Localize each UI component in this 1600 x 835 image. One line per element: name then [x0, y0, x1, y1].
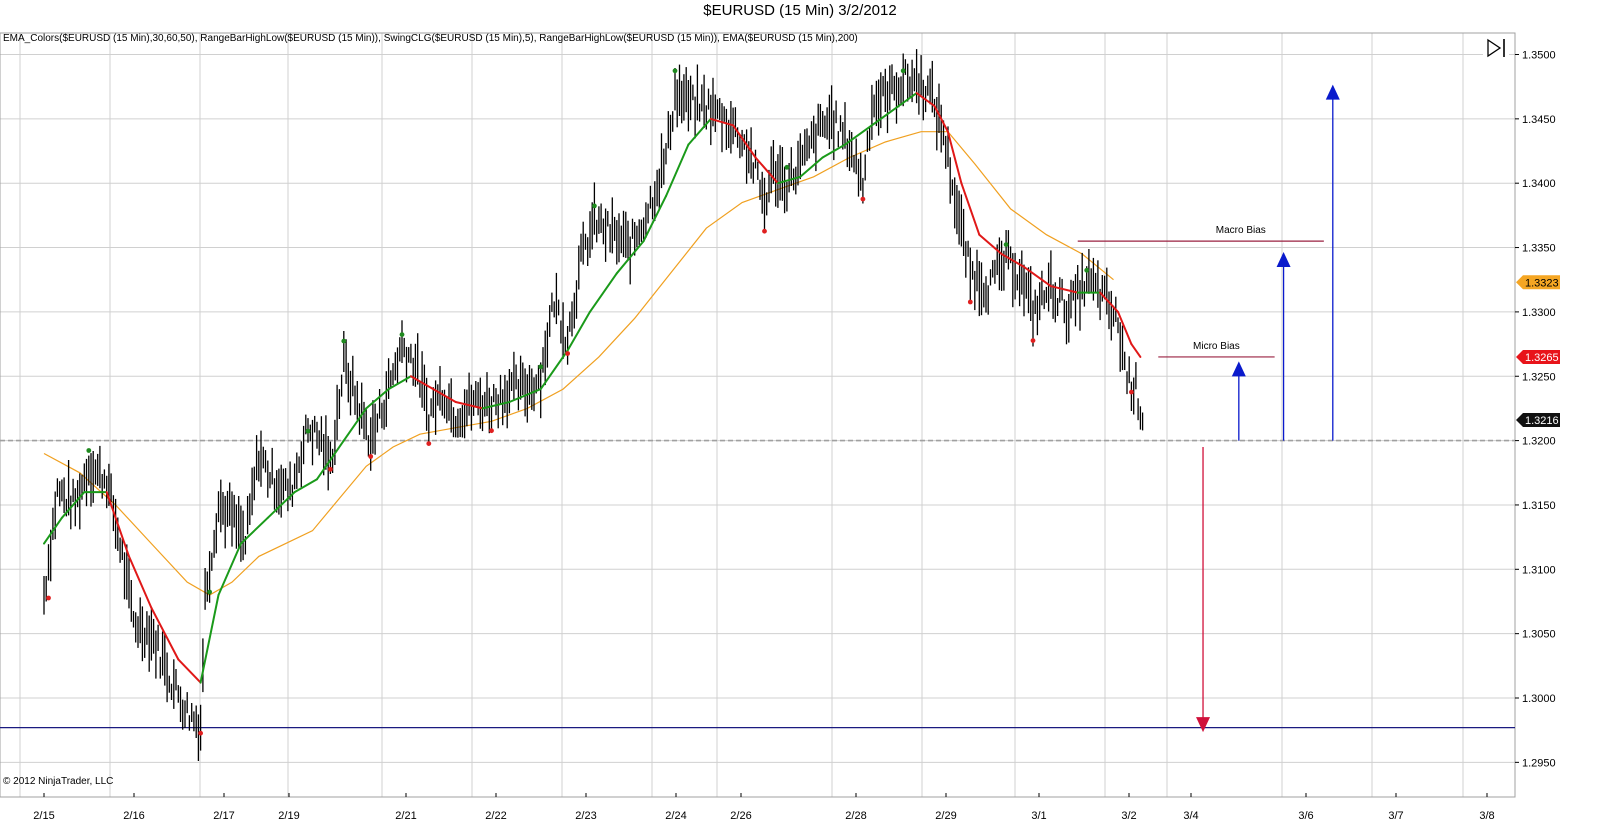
- copyright-label: © 2012 NinjaTrader, LLC: [3, 776, 114, 787]
- play-icon[interactable]: [1483, 37, 1509, 59]
- ema-fast-segment: [1130, 343, 1142, 358]
- bias-label: Macro Bias: [1216, 225, 1266, 236]
- ema-fast-segment: [177, 658, 202, 684]
- swing-high-dot: [341, 338, 347, 344]
- y-tick-label: 1.3350: [1522, 243, 1556, 255]
- y-tick-label: 1.3150: [1522, 500, 1556, 512]
- bias-label: Micro Bias: [1193, 341, 1240, 352]
- ema-fast-segment: [665, 143, 690, 198]
- swing-low-dot: [368, 454, 374, 459]
- x-tick-label: 2/22: [485, 810, 506, 822]
- y-tick-label: 1.2950: [1522, 757, 1556, 769]
- x-tick-label: 3/4: [1183, 810, 1198, 822]
- x-tick-label: 3/8: [1479, 810, 1494, 822]
- swing-low-dot: [426, 441, 432, 446]
- x-tick-label: 2/16: [123, 810, 144, 822]
- y-axis: 1.3500 1.3450 1.3400 1.3350 1.3300 1.3250 1.32…: [1515, 50, 1556, 769]
- ema-fast-segment: [239, 516, 269, 545]
- swing-low-dot: [489, 428, 494, 434]
- ema-fast-segment: [978, 233, 1003, 255]
- x-tick-label: 3/2: [1121, 810, 1136, 822]
- x-tick-label: 2/29: [935, 810, 956, 822]
- x-tick-label: 2/19: [278, 810, 299, 822]
- price-labels: 1.3323 1.3265 1.3216: [1516, 275, 1560, 428]
- swing-low-dot: [328, 466, 333, 472]
- y-tick-label: 1.3050: [1522, 629, 1556, 641]
- swing-low-dot: [762, 228, 767, 234]
- ema-200-line: [43, 131, 1114, 596]
- x-tick-label: 3/7: [1388, 810, 1403, 822]
- swing-high-dot: [900, 68, 906, 74]
- swing-high-dot: [1084, 267, 1090, 273]
- ema-fast-segment: [365, 388, 390, 410]
- swing-high-dot: [207, 589, 213, 595]
- swing-high-dot: [592, 203, 597, 209]
- y-tick-label: 1.3250: [1522, 371, 1556, 383]
- ema-fast-segment: [687, 117, 712, 146]
- swing-low-dot: [967, 299, 973, 305]
- price-label-text: 1.3265: [1525, 352, 1559, 364]
- reference-lines: [0, 439, 1515, 729]
- x-tick-label: 2/28: [845, 810, 866, 822]
- swing-high-dot: [305, 428, 311, 434]
- x-tick-label: 2/23: [575, 810, 596, 822]
- x-tick-label: 2/26: [730, 810, 751, 822]
- swing-high-dot: [784, 164, 790, 170]
- y-tick-label: 1.3450: [1522, 114, 1556, 126]
- y-tick-label: 1.3400: [1522, 178, 1556, 190]
- ema-fast-segment: [732, 124, 757, 159]
- y-tick-label: 1.3100: [1522, 564, 1556, 576]
- arrow-up-icon: [1231, 361, 1246, 377]
- ema-fast-segment: [293, 478, 318, 494]
- ema-fast-segment: [754, 156, 779, 185]
- y-tick-label: 1.3200: [1522, 436, 1556, 448]
- arrow-down-icon: [1196, 717, 1211, 733]
- swing-low-dot: [1030, 338, 1036, 343]
- arrows: [1196, 84, 1340, 733]
- x-tick-label: 2/21: [395, 810, 416, 822]
- price-label-text: 1.3216: [1525, 415, 1559, 427]
- ema-fast-segment: [588, 272, 618, 313]
- swing-low-dot: [198, 730, 204, 736]
- plot-frame: [0, 32, 1516, 798]
- swing-high-dot: [86, 448, 92, 453]
- x-tick-label: 2/15: [33, 810, 54, 822]
- swing-high-dot: [399, 332, 405, 337]
- swing-high-dot: [1003, 242, 1009, 248]
- swing-high-dot: [672, 68, 678, 74]
- x-tick-label: 3/1: [1031, 810, 1046, 822]
- swing-low-dot: [1129, 389, 1134, 395]
- ema-fast-segment: [566, 310, 591, 352]
- price-bars-series: [43, 49, 1144, 761]
- swing-low-dot: [46, 595, 51, 601]
- indicators-label: EMA_Colors($EURUSD (15 Min),30,60,50), R…: [3, 33, 858, 44]
- price-label-text: 1.3323: [1525, 277, 1559, 289]
- chart: 1.3500 1.3450 1.3400 1.3350 1.3300 1.3250 1.32…: [0, 32, 1560, 822]
- y-tick-label: 1.3500: [1522, 50, 1556, 62]
- arrow-up-icon: [1276, 251, 1291, 267]
- bias-annotations: Macro Bias Micro Bias: [1077, 225, 1324, 358]
- grid: [0, 33, 1515, 797]
- ema-200-series: [43, 131, 1114, 596]
- swing-low-dot: [860, 196, 866, 202]
- ema-fast-segment: [387, 375, 412, 391]
- y-tick-label: 1.3000: [1522, 693, 1556, 705]
- swing-low-dot: [565, 351, 570, 356]
- arrow-up-icon: [1325, 84, 1340, 100]
- y-tick-label: 1.3300: [1522, 307, 1556, 319]
- x-tick-label: 2/24: [665, 810, 686, 822]
- x-tick-label: 2/17: [213, 810, 234, 822]
- swing-high-dot: [538, 364, 544, 370]
- x-tick-label: 3/6: [1298, 810, 1313, 822]
- chart-title: $EURUSD (15 Min) 3/2/2012: [703, 2, 897, 19]
